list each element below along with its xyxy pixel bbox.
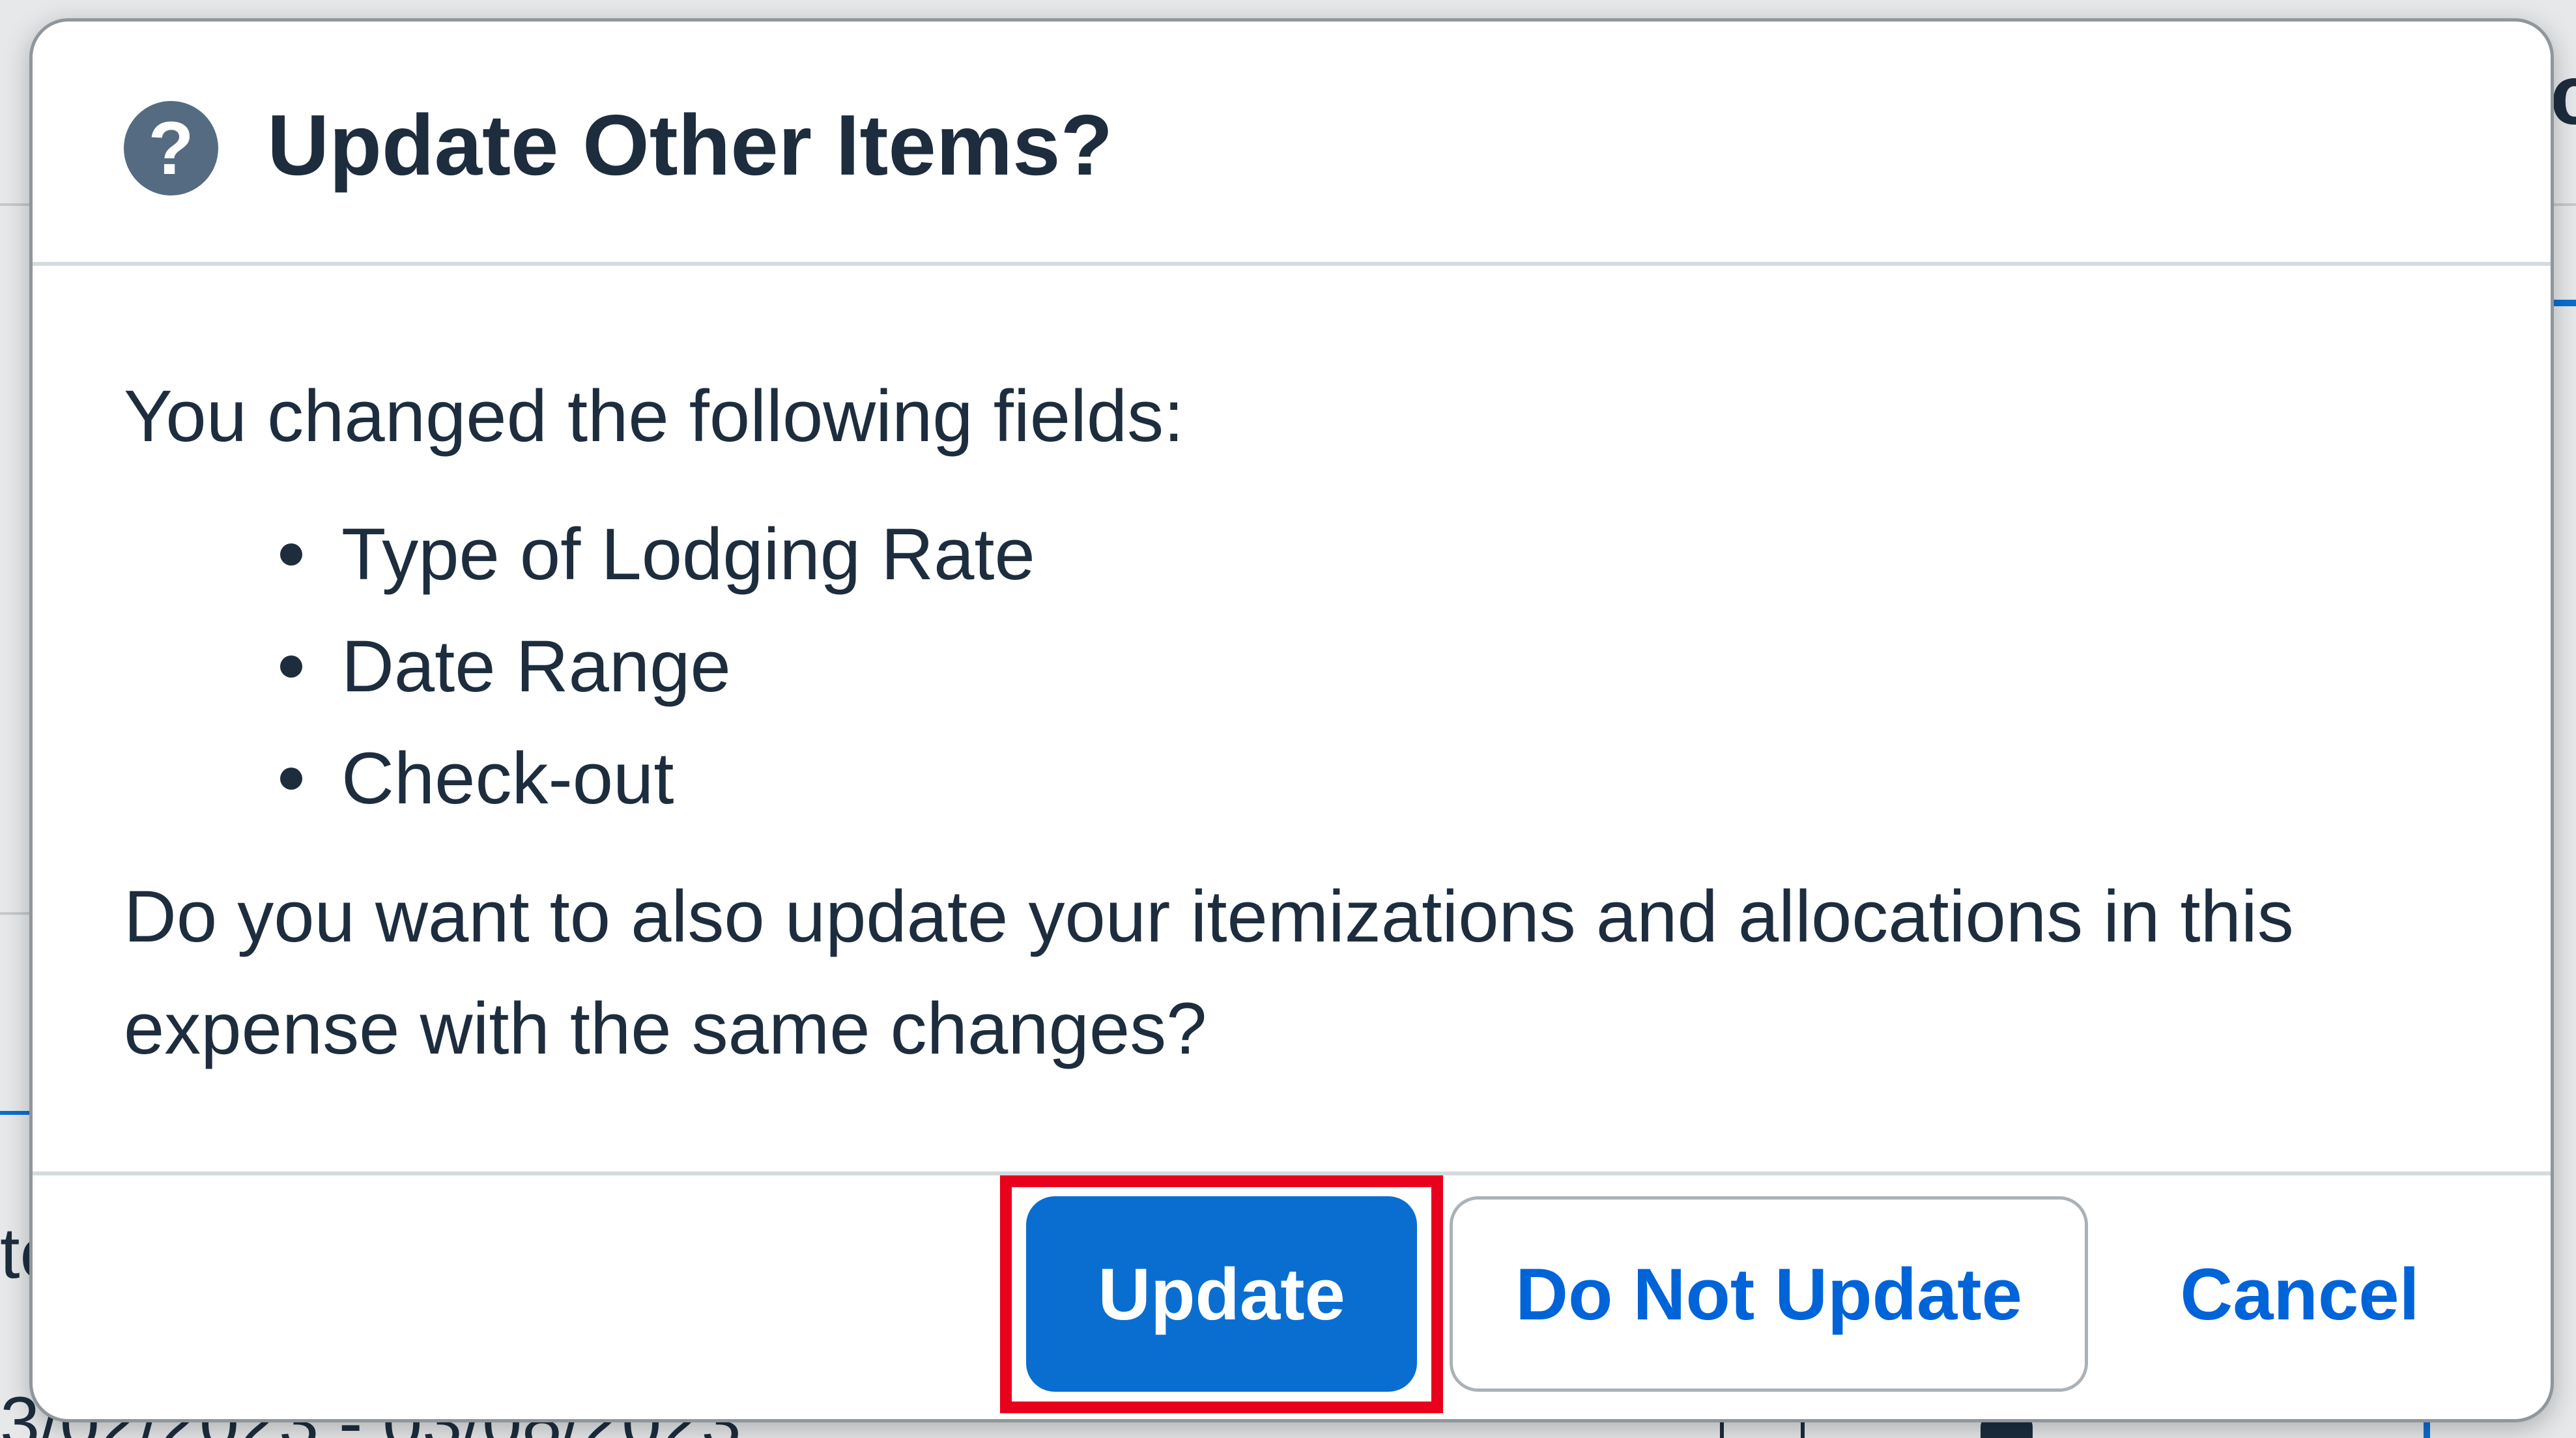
changed-field-label: Date Range xyxy=(341,626,731,707)
list-item: Date Range xyxy=(280,611,2459,723)
list-item: Check-out xyxy=(280,723,2459,835)
dialog-header: ? Update Other Items? xyxy=(33,22,2551,266)
update-button[interactable]: Update xyxy=(1026,1196,1417,1392)
bullet-icon xyxy=(280,655,302,678)
changed-fields-list: Type of Lodging Rate Date Range Check-ou… xyxy=(280,498,2459,835)
changed-field-label: Check-out xyxy=(341,738,674,819)
dialog-body: You changed the following fields: Type o… xyxy=(124,360,2459,1085)
dialog-intro-text: You changed the following fields: xyxy=(124,375,1184,457)
cancel-button[interactable]: Cancel xyxy=(2117,1196,2482,1392)
dialog-footer: Update Do Not Update Cancel xyxy=(33,1172,2551,1419)
update-other-items-dialog: ? Update Other Items? You changed the fo… xyxy=(29,18,2554,1422)
dialog-question-text: Do you want to also update your itemizat… xyxy=(124,876,2294,1069)
do-not-update-button[interactable]: Do Not Update xyxy=(1450,1196,2088,1392)
bullet-icon xyxy=(280,768,302,790)
question-mark-circle-icon: ? xyxy=(124,101,218,195)
changed-field-label: Type of Lodging Rate xyxy=(341,513,1035,595)
list-item: Type of Lodging Rate xyxy=(280,498,2459,611)
background-text-fragment: c xyxy=(2550,47,2576,142)
dialog-title: Update Other Items? xyxy=(267,97,1113,193)
bullet-icon xyxy=(280,543,302,566)
background-text-fragment: te xyxy=(0,1213,31,1293)
